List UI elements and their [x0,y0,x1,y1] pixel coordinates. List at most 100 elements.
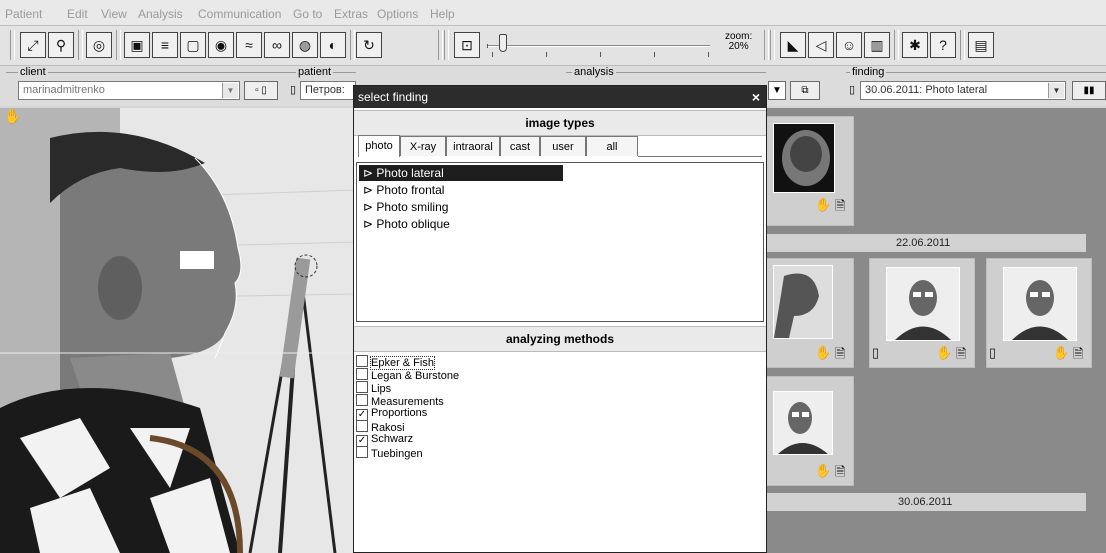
toolbar-separator [764,30,769,60]
hand-icon[interactable]: ✋ [4,108,21,125]
checkbox-icon[interactable] [356,394,368,406]
hand-icon[interactable]: ✋ [815,463,831,479]
eye-tool-button[interactable]: ◉ [208,32,234,58]
zoom-tool-button[interactable]: ⚲ [48,32,74,58]
method-item[interactable]: Rakosi [356,420,405,434]
method-item[interactable]: Epker & Fish [356,355,435,370]
report-button[interactable]: ▤ [968,32,994,58]
menu-goto[interactable]: Go to [293,7,322,21]
checkbox-icon[interactable] [356,381,368,393]
tab-intraoral[interactable]: intraoral [446,136,500,156]
item-arrow-icon: ⊳ [363,166,377,180]
help-image-button[interactable]: ? [930,32,956,58]
tab-user[interactable]: user [540,136,586,156]
hand-icon[interactable]: ✋ [1053,345,1069,361]
menu-options[interactable]: Options [377,7,418,21]
hand-icon[interactable]: ✋ [815,345,831,361]
menu-help[interactable]: Help [430,7,455,21]
select-finding-dialog: select finding × image types photo X-ray… [353,85,767,553]
hand-icon[interactable]: ✋ [936,345,952,361]
method-item[interactable]: Tuebingen [356,446,423,460]
menu-communication[interactable]: Communication [198,7,281,21]
rotate-tool-button[interactable]: ↻ [356,32,382,58]
toolbar-separator [894,30,899,60]
thumbnail-photo-frontal[interactable]: ▯ ✋ 🗎 [869,258,975,368]
thumbnail-photo-lateral[interactable]: ✋ 🗎 [766,258,854,368]
tip-tool-button[interactable]: ▥ [864,32,890,58]
tab-cast[interactable]: cast [500,136,540,156]
3d-tool-button[interactable]: ◐ [320,32,346,58]
wave-tool-button[interactable]: ≈ [236,32,262,58]
menu-extras[interactable]: Extras [334,7,368,21]
list-item[interactable]: ⊳ Photo oblique [359,216,563,232]
tab-all[interactable]: all [586,136,638,156]
method-item[interactable]: ✓ Schwarz [356,433,413,447]
lock-icon: ▯ [989,345,997,360]
list-item[interactable]: ⊳ Photo smiling [359,199,563,215]
finding-combo[interactable]: 30.06.2011: Photo lateral ▼ [860,81,1066,100]
tab-photo[interactable]: photo [358,135,400,157]
circle-tool-button[interactable]: ◎ [86,32,112,58]
document-icon[interactable]: 🗎 [1073,345,1083,367]
list-item[interactable]: ⊳ Photo frontal [359,182,563,198]
lines-tool-button[interactable]: ≡ [152,32,178,58]
checkbox-icon[interactable] [356,355,368,367]
zoom-slider[interactable] [487,34,710,60]
toolbar-separator [444,30,449,60]
method-item[interactable]: ✓ Proportions [356,407,427,421]
layout-button[interactable]: ▮▮ [1072,81,1106,100]
menu-patient[interactable]: Patient [5,7,42,21]
document-icon[interactable]: 🗎 [835,197,845,219]
draw-tool-button[interactable]: ⤢ [20,32,46,58]
analyzing-methods-list: Epker & Fish Legan & Burstone Lips Measurem… [354,353,766,553]
copy-button[interactable]: ⧉ [790,81,820,100]
thumbnail-photo-smiling[interactable]: ▯ ✋ 🗎 [986,258,1092,368]
method-item[interactable]: Measurements [356,394,444,408]
ruler-tool-button[interactable]: ◣ [780,32,806,58]
star-tool-button[interactable]: ✱ [902,32,928,58]
client-extra-button[interactable]: ▫ ▯ [244,81,278,100]
photo-frontal-image [886,267,960,341]
checkbox-icon[interactable] [356,446,368,458]
analysis-label: analysis [572,66,616,78]
fit-view-button[interactable]: ⊡ [454,32,480,58]
client-group-line [6,72,286,73]
document-icon[interactable]: 🗎 [956,345,966,367]
list-item[interactable]: ⊳ Photo lateral [359,165,563,181]
method-item[interactable]: Lips [356,381,391,395]
document-icon[interactable]: 🗎 [835,463,845,485]
zoom-slider-thumb[interactable] [498,34,507,52]
page-tool-button[interactable]: ▢ [180,32,206,58]
checkbox-icon[interactable] [356,368,368,380]
document-icon[interactable]: 🗎 [835,345,845,367]
image-tool-button[interactable]: ▣ [124,32,150,58]
tab-xray[interactable]: X-ray [400,136,446,156]
client-combo[interactable]: marinadmitrenko ▼ [18,81,240,100]
hand-icon[interactable]: ✋ [815,197,831,213]
menu-edit[interactable]: Edit [67,7,88,21]
zoom-slider-track-start [487,44,488,48]
image-type-list[interactable]: ⊳ Photo lateral ⊳ Photo frontal ⊳ Photo … [356,162,764,322]
dialog-titlebar[interactable]: select finding × [354,86,766,108]
triangle-tool-button[interactable]: ◁ [808,32,834,58]
method-item[interactable]: Legan & Burstone [356,368,459,382]
checkbox-icon[interactable] [356,420,368,432]
menu-view[interactable]: View [101,7,127,21]
analysis-dropdown-button[interactable]: ▼ [768,81,786,100]
photo-oblique-image [773,391,833,455]
photo-smiling-image [1003,267,1077,341]
patient-photo-area[interactable]: ✋ [0,108,357,553]
glasses-tool-button[interactable]: ∞ [264,32,290,58]
thumbnail-xray[interactable]: ✋ 🗎 [766,116,854,226]
disc-tool-button[interactable]: ◍ [292,32,318,58]
finding-label: finding [850,66,887,78]
face-tool-button[interactable]: ☺ [836,32,862,58]
patient-value: Петров: [305,84,345,96]
toolbar-separator [350,30,355,60]
patient-combo[interactable]: Петров: [300,81,356,100]
chevron-down-icon[interactable]: ▼ [1048,83,1064,98]
thumbnail-photo-oblique[interactable]: ✋ 🗎 [766,376,854,486]
menu-analysis[interactable]: Analysis [138,7,183,21]
chevron-down-icon[interactable]: ▼ [222,83,238,98]
close-icon[interactable]: × [752,86,760,108]
